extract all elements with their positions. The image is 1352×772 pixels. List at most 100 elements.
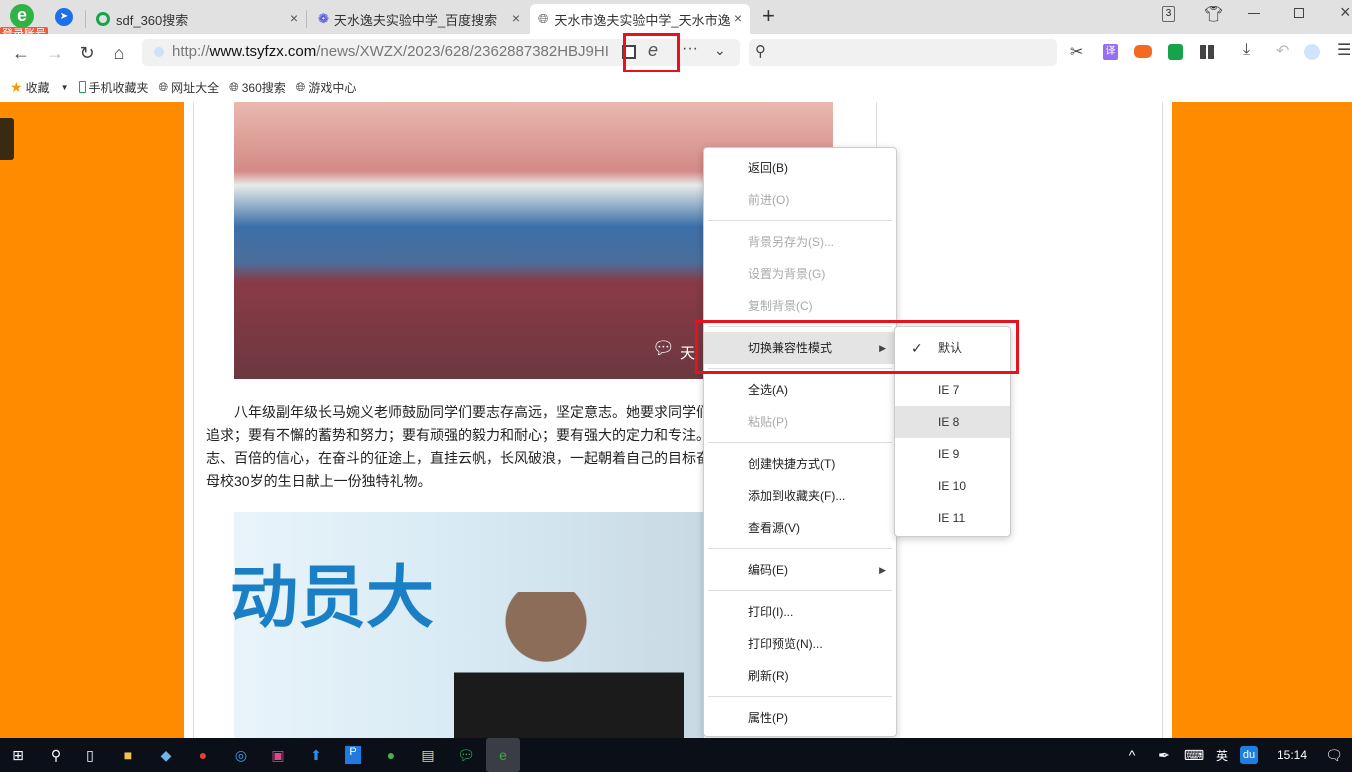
context-menu: 返回(B) 前进(O) 背景另存为(S)... 设置为背景(G) 复制背景(C)… xyxy=(703,147,897,737)
dolphin-app-icon[interactable]: ◆ xyxy=(154,743,178,767)
360-search-icon xyxy=(96,12,110,26)
ie-icon-highlight xyxy=(623,33,680,73)
back-button[interactable]: ← xyxy=(8,40,34,66)
submenu-arrow-icon: ▶ xyxy=(879,565,886,575)
wechat-icon: 💬︎ xyxy=(652,338,675,358)
bookmark-games[interactable]: 🌐︎ 游戏中心 xyxy=(296,79,357,96)
submenu-item-ie10[interactable]: IE 10 xyxy=(895,470,1010,502)
browser-q-icon[interactable]: ◎ xyxy=(229,743,253,767)
chrome-icon[interactable]: ● xyxy=(191,743,215,767)
close-tab-icon[interactable]: × xyxy=(512,10,520,26)
task-view-icon[interactable]: ▯ xyxy=(78,743,102,767)
menu-item-create-shortcut[interactable]: 创建快捷方式(T) xyxy=(704,448,896,480)
tab-count-button[interactable]: 3 xyxy=(1162,6,1175,22)
menu-item-select-all[interactable]: 全选(A) xyxy=(704,374,896,406)
forward-button[interactable]: → xyxy=(42,40,68,66)
menu-item-print-preview[interactable]: 打印预览(N)... xyxy=(704,628,896,660)
close-tab-icon[interactable]: × xyxy=(734,10,742,26)
globe-icon: 🌐︎ xyxy=(158,79,169,94)
skin-shirt-icon[interactable]: 👕︎ xyxy=(1204,5,1223,23)
clock[interactable]: 15:14 xyxy=(1272,743,1312,767)
undo-close-icon[interactable]: ↶ xyxy=(1276,41,1289,61)
tab-360-search[interactable]: sdf_360搜索 × xyxy=(88,4,306,34)
phone-icon xyxy=(78,81,86,93)
ime-indicator[interactable]: 英 xyxy=(1210,743,1234,767)
site-info-icon xyxy=(154,47,164,57)
scissors-icon[interactable]: ✂ xyxy=(1070,42,1083,62)
baidu-paw-icon: ❁ xyxy=(318,11,329,26)
compat-mode-highlight xyxy=(695,320,1019,374)
wechat-icon[interactable]: 💬︎ xyxy=(454,743,478,767)
keyboard-icon[interactable]: ⌨ xyxy=(1182,743,1206,767)
home-icon[interactable]: ⌂ xyxy=(106,40,132,66)
notepad-icon[interactable]: ▤ xyxy=(416,743,440,767)
menu-item-view-source[interactable]: 查看源(V) xyxy=(704,512,896,544)
file-explorer-icon[interactable]: ■ xyxy=(116,743,140,767)
article-paragraph: 八年级副年级长马婉义老师鼓励同学们要志存高远，坚定意志。她要求同学们 追求；要有… xyxy=(206,404,706,489)
p-app-icon[interactable]: P xyxy=(341,743,365,767)
star-icon: ★ xyxy=(10,78,23,95)
editor-app-icon[interactable]: ▣ xyxy=(266,743,290,767)
globe-icon: 🌐︎ xyxy=(295,79,306,94)
menu-item-save-background[interactable]: 背景另存为(S)... xyxy=(704,226,896,258)
menu-item-add-favorite[interactable]: 添加到收藏夹(F)... xyxy=(704,480,896,512)
submenu-item-ie8[interactable]: IE 8 xyxy=(895,406,1010,438)
upload-app-icon[interactable]: ⬆ xyxy=(304,743,328,767)
speaker-figure xyxy=(454,592,684,738)
caret-down-icon[interactable]: ▼ xyxy=(61,83,69,92)
game-icon[interactable] xyxy=(1134,45,1152,58)
divider xyxy=(876,102,877,147)
side-handle[interactable] xyxy=(0,118,14,160)
speech-photo: 动员大 xyxy=(230,512,704,738)
notification-icon[interactable]: 🗨︎ xyxy=(1322,743,1346,767)
chevron-up-icon[interactable]: ^ xyxy=(1120,743,1144,767)
globe-icon: 🌐︎ xyxy=(538,11,549,26)
translate-icon[interactable]: 译 xyxy=(1103,44,1118,60)
hs-app-icon[interactable]: ● xyxy=(379,743,403,767)
submenu-item-ie9[interactable]: IE 9 xyxy=(895,438,1010,470)
close-window-button[interactable]: × xyxy=(1340,2,1351,23)
menu-item-forward[interactable]: 前进(O) xyxy=(704,184,896,216)
menu-item-print[interactable]: 打印(I)... xyxy=(704,596,896,628)
menu-item-set-background[interactable]: 设置为背景(G) xyxy=(704,258,896,290)
submenu-item-ie7[interactable]: IE 7 xyxy=(895,374,1010,406)
browser-logo-icon[interactable]: e xyxy=(10,4,34,28)
bookmark-hao[interactable]: 🌐︎ 网址大全 xyxy=(159,79,220,96)
search-input[interactable]: ⚲ xyxy=(749,39,1057,66)
reader-book-icon[interactable] xyxy=(1168,44,1183,60)
menu-item-properties[interactable]: 属性(P) xyxy=(704,702,896,734)
apps-grid-icon[interactable] xyxy=(1200,45,1214,59)
bookmark-360[interactable]: 🌐︎ 360搜索 xyxy=(229,79,286,96)
tab-active-school[interactable]: 🌐︎ 天水市逸夫实验中学_天水市逸 × xyxy=(530,4,750,34)
menu-item-paste[interactable]: 粘贴(P) xyxy=(704,406,896,438)
new-tab-button[interactable]: + xyxy=(762,3,775,29)
restore-button[interactable] xyxy=(1294,8,1304,18)
submenu-item-ie11[interactable]: IE 11 xyxy=(895,502,1010,534)
tab-baidu-search[interactable]: ❁ 天水逸夫实验中学_百度搜索 × xyxy=(310,4,528,34)
extension-icon[interactable] xyxy=(1304,44,1320,60)
more-options-icon[interactable]: ··· xyxy=(682,40,698,58)
bookmark-favorites[interactable]: ★ 收藏 ▼ xyxy=(10,79,69,96)
pen-icon[interactable]: ✒ xyxy=(1152,743,1176,767)
windows-start-icon[interactable]: ⊞ xyxy=(6,743,30,767)
close-tab-icon[interactable]: × xyxy=(290,10,298,26)
reload-button[interactable]: ↻ xyxy=(74,40,100,66)
minimize-button[interactable] xyxy=(1248,13,1260,14)
menu-item-copy-background[interactable]: 复制背景(C) xyxy=(704,290,896,322)
menu-item-refresh[interactable]: 刷新(R) xyxy=(704,660,896,692)
menu-icon[interactable]: ☰ xyxy=(1337,40,1351,60)
bookmarks-bar: ★ 收藏 ▼ 手机收藏夹 🌐︎ 网址大全 🌐︎ 360搜索 🌐︎ 游戏中心 xyxy=(0,72,1352,102)
download-icon[interactable]: ⤓ xyxy=(1243,41,1250,59)
search-icon: ⚲ xyxy=(755,43,766,60)
360-browser-task-icon[interactable]: e xyxy=(486,738,520,772)
chevron-down-icon[interactable]: ⌄ xyxy=(714,42,726,59)
bookmark-mobile[interactable]: 手机收藏夹 xyxy=(78,79,149,96)
baidu-ime-icon[interactable]: du xyxy=(1240,746,1258,764)
tab-bar: e 登录账号 ➤ sdf_360搜索 × ❁ 天水逸夫实验中学_百度搜索 × 🌐… xyxy=(0,0,1352,41)
menu-item-encoding[interactable]: 编码(E) ▶ xyxy=(704,554,896,586)
menu-item-back[interactable]: 返回(B) xyxy=(704,152,896,184)
search-icon[interactable]: ⚲ xyxy=(44,743,68,767)
send-icon[interactable]: ➤ xyxy=(55,8,73,26)
taskbar: ⊞ ⚲ ▯ ■ ◆ ● ◎ ▣ ⬆ P ● ▤ 💬︎ e ^ ✒ ⌨ 英 du … xyxy=(0,738,1352,772)
globe-icon: 🌐︎ xyxy=(229,79,239,94)
